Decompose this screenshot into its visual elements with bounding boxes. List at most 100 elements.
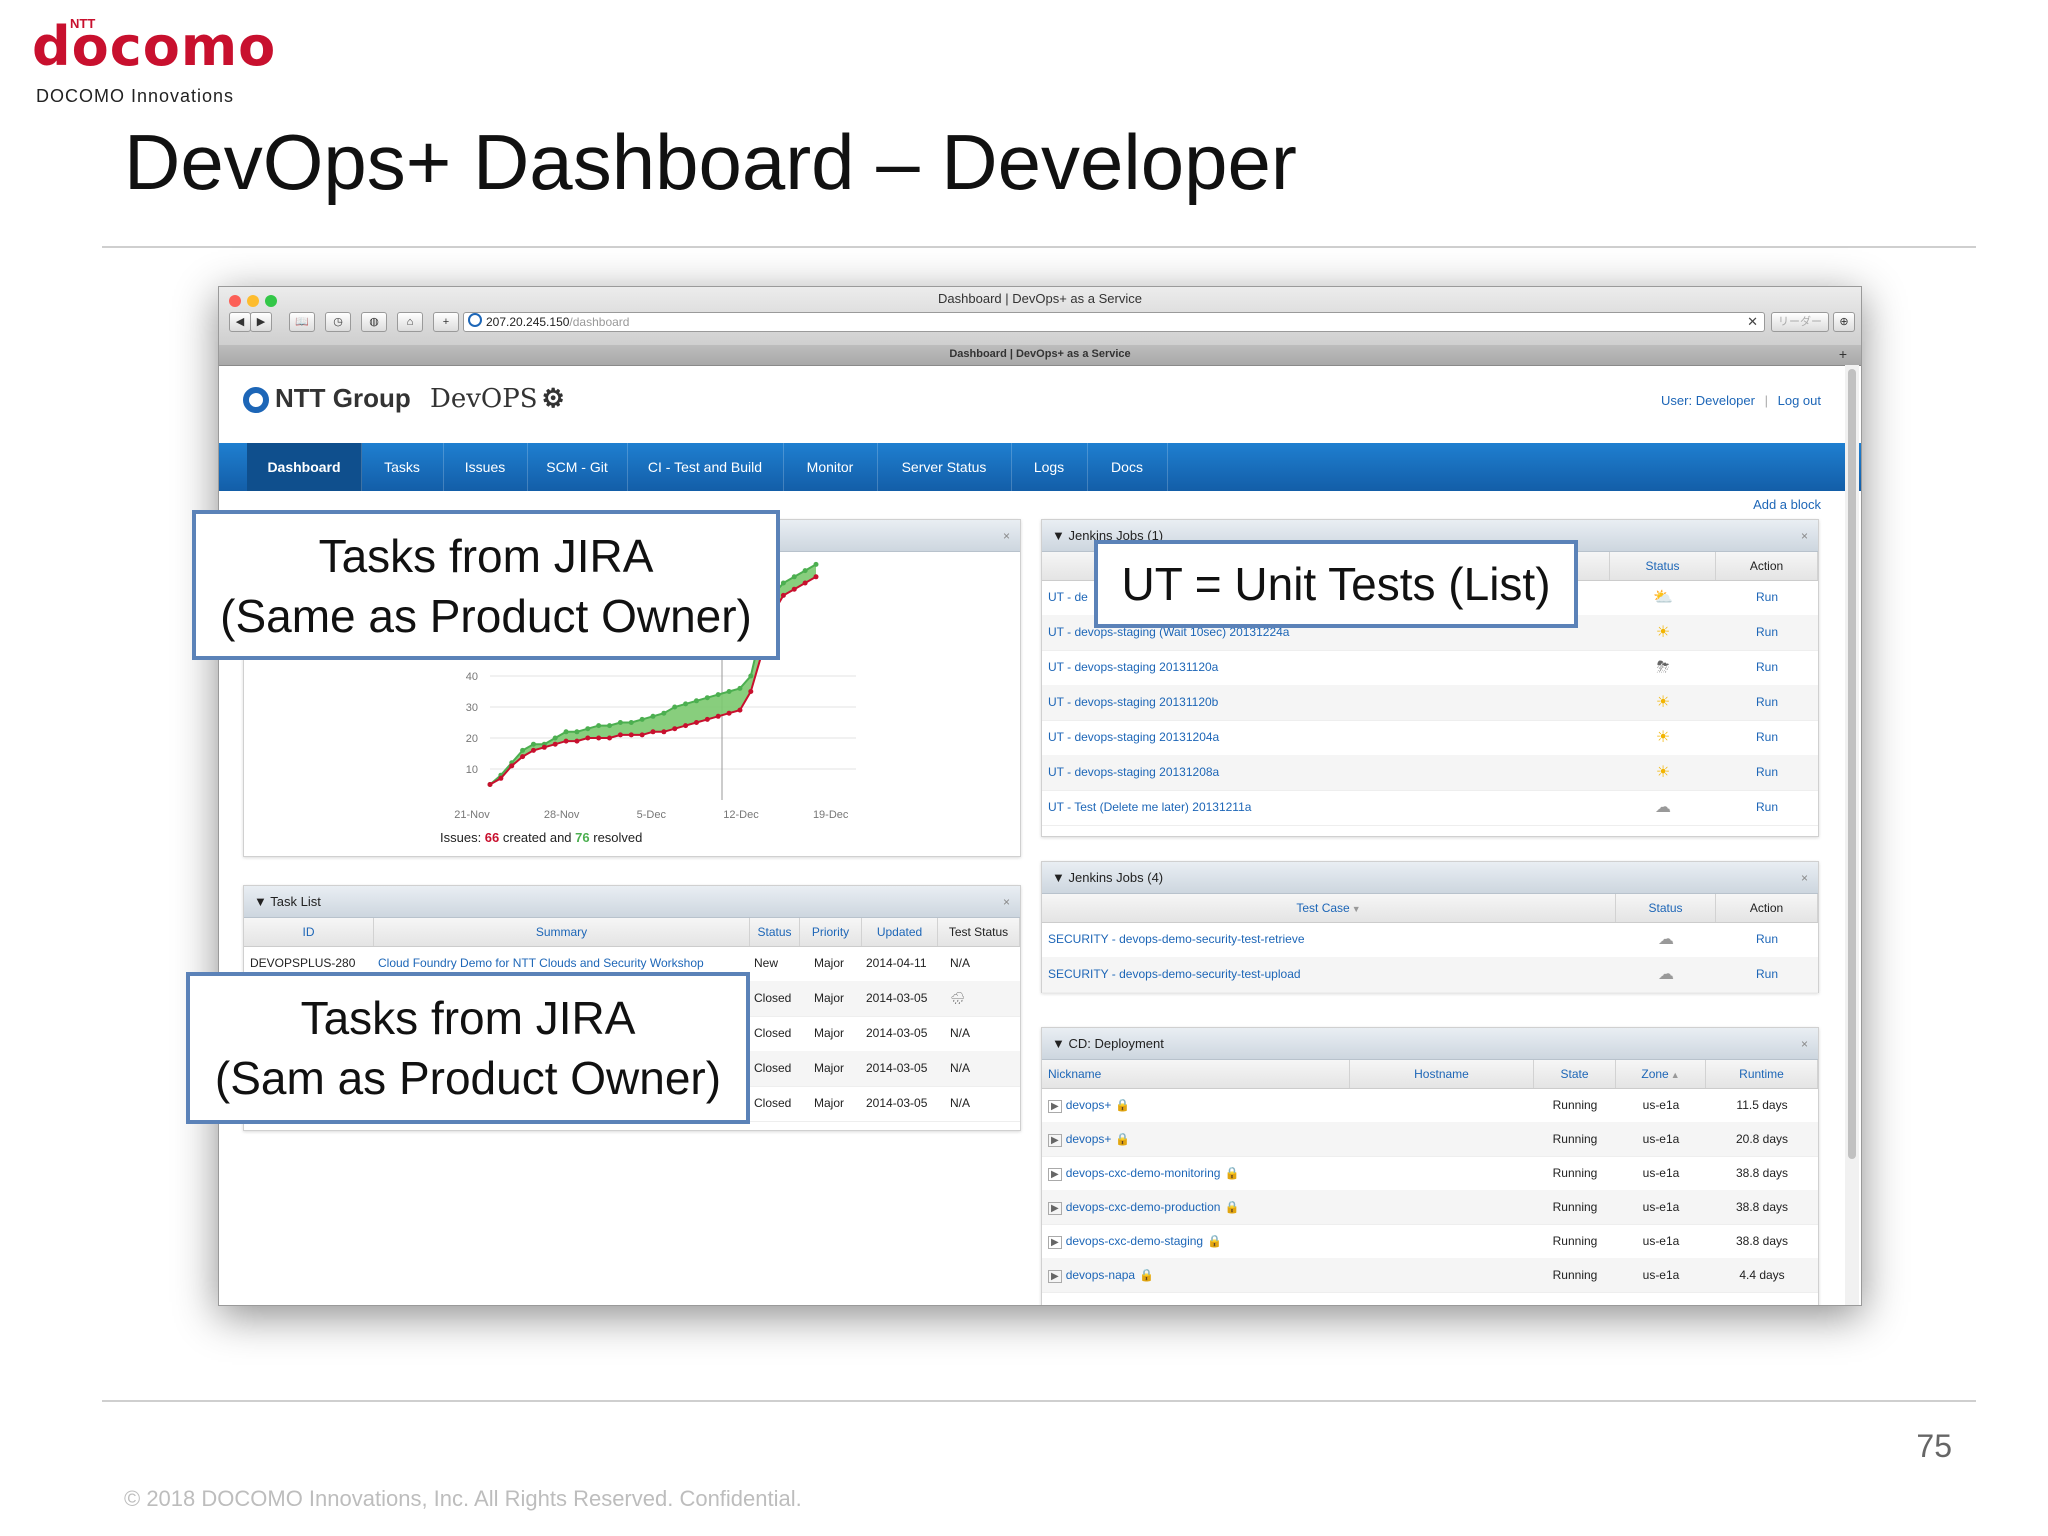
- col-status[interactable]: Status: [1616, 894, 1716, 922]
- job-name[interactable]: UT - devops-staging 20131120a: [1048, 650, 1608, 685]
- downloads-icon[interactable]: ⊕: [1833, 312, 1855, 332]
- task-updated: 2014-03-05: [866, 991, 928, 1005]
- run-button[interactable]: Run: [1716, 922, 1818, 957]
- y-tick-label: 30: [466, 702, 478, 714]
- col-nickname[interactable]: Nickname: [1042, 1060, 1350, 1088]
- run-button[interactable]: Run: [1716, 957, 1818, 992]
- table-row[interactable]: SECURITY - devops-demo-security-test-upl…: [1042, 957, 1818, 993]
- table-row[interactable]: UT - devops-staging 20131204a ☀ Run: [1042, 720, 1818, 756]
- user-link[interactable]: User: Developer: [1661, 393, 1755, 408]
- docomo-logo: docomo: [32, 15, 277, 78]
- expand-icon[interactable]: ▶: [1048, 1168, 1062, 1181]
- table-row[interactable]: UT - devops-staging 20131120a ⛈ Run: [1042, 650, 1818, 686]
- table-row[interactable]: UT - devops-staging 20131120b ☀ Run: [1042, 685, 1818, 721]
- table-row[interactable]: ▶ devops-cxc-demo-production 🔒 Running us-…: [1042, 1190, 1818, 1225]
- nav-scm-git[interactable]: SCM - Git: [527, 443, 628, 491]
- expand-icon[interactable]: ▶: [1048, 1270, 1062, 1283]
- col-id[interactable]: ID: [244, 918, 374, 946]
- expand-icon[interactable]: ▶: [1048, 1202, 1062, 1215]
- privacy-icon[interactable]: ◍: [361, 312, 387, 332]
- run-button[interactable]: Run: [1716, 615, 1818, 650]
- deployment-nickname[interactable]: ▶ devops-cxc-demo-staging 🔒: [1048, 1224, 1348, 1259]
- deployment-nickname[interactable]: ▶ devops+ 🔒: [1048, 1122, 1348, 1157]
- deployment-state: Running: [1552, 1234, 1598, 1248]
- deployment-nickname[interactable]: ▶ devops-napa 🔒: [1048, 1258, 1348, 1293]
- history-icon[interactable]: ◷: [325, 312, 351, 332]
- nav-dashboard[interactable]: Dashboard: [247, 443, 362, 491]
- expand-icon[interactable]: ▶: [1048, 1236, 1062, 1249]
- job-name[interactable]: SECURITY - devops-demo-security-test-upl…: [1048, 957, 1614, 992]
- scrollbar[interactable]: [1845, 365, 1859, 1305]
- add-block-link[interactable]: Add a block: [1753, 497, 1821, 512]
- deployment-nickname[interactable]: ▶ devops-cxc-demo-production 🔒: [1048, 1190, 1348, 1225]
- col-summary[interactable]: Summary: [374, 918, 750, 946]
- logout-link[interactable]: Log out: [1778, 393, 1821, 408]
- expand-icon[interactable]: ▶: [1048, 1100, 1062, 1113]
- forward-button[interactable]: ▶: [250, 312, 272, 332]
- task-list-title[interactable]: ▼ Task List: [254, 894, 321, 909]
- col-runtime[interactable]: Runtime: [1706, 1060, 1818, 1088]
- col-updated[interactable]: Updated: [862, 918, 938, 946]
- active-tab[interactable]: Dashboard | DevOps+ as a Service: [219, 348, 1861, 360]
- close-icon[interactable]: ×: [1003, 520, 1010, 552]
- table-row[interactable]: UT - devops-staging 20131208a ☀ Run: [1042, 755, 1818, 791]
- close-icon[interactable]: ×: [1003, 886, 1010, 918]
- nav-ci-test-build[interactable]: CI - Test and Build: [627, 443, 784, 491]
- close-icon[interactable]: ×: [1801, 520, 1808, 552]
- job-name[interactable]: UT - devops-staging 20131208a: [1048, 755, 1608, 790]
- expand-icon[interactable]: ▶: [1048, 1134, 1062, 1147]
- job-name[interactable]: SECURITY - devops-demo-security-test-ret…: [1048, 922, 1614, 957]
- y-tick-label: 20: [466, 733, 478, 745]
- nav-issues[interactable]: Issues: [443, 443, 528, 491]
- close-icon[interactable]: ×: [1801, 1028, 1808, 1060]
- table-row[interactable]: ▶ devops-cxc-demo-staging 🔒 Running us-e1a…: [1042, 1224, 1818, 1259]
- col-status[interactable]: Status: [750, 918, 800, 946]
- col-state[interactable]: State: [1534, 1060, 1616, 1088]
- deployment-nickname[interactable]: ▶ devops-cxc-demo-monitoring 🔒: [1048, 1156, 1348, 1191]
- job-name[interactable]: UT - devops-staging 20131204a: [1048, 720, 1608, 755]
- table-row[interactable]: ▶ devops+ 🔒 Running us-e1a 11.5 days: [1042, 1088, 1818, 1123]
- job-name[interactable]: UT - Test (Delete me later) 20131211a: [1048, 790, 1608, 825]
- run-button[interactable]: Run: [1716, 685, 1818, 720]
- table-row[interactable]: ▶ devops-napa 🔒 Running us-e1a 4.4 days: [1042, 1258, 1818, 1293]
- deployment-title[interactable]: ▼ CD: Deployment: [1052, 1036, 1164, 1051]
- close-icon[interactable]: ×: [1801, 862, 1808, 894]
- callout-line: Tasks from JIRA: [300, 992, 636, 1044]
- col-test-case[interactable]: Test Case ▼: [1042, 894, 1616, 922]
- new-tab-button[interactable]: +: [1839, 346, 1847, 362]
- add-bookmark-button[interactable]: +: [433, 312, 459, 332]
- col-hostname[interactable]: Hostname: [1350, 1060, 1534, 1088]
- address-bar[interactable]: 207.20.245.150/dashboard ✕: [463, 312, 1765, 332]
- home-icon[interactable]: ⌂: [397, 312, 423, 332]
- nav-monitor[interactable]: Monitor: [783, 443, 878, 491]
- back-button[interactable]: ◀: [229, 312, 251, 332]
- task-test-status: N/A: [950, 1061, 971, 1075]
- jenkins4-title[interactable]: ▼ Jenkins Jobs (4): [1052, 870, 1163, 885]
- deployment-nickname[interactable]: ▶ devops+ 🔒: [1048, 1088, 1348, 1123]
- run-button[interactable]: Run: [1716, 580, 1818, 615]
- table-row[interactable]: SECURITY - devops-demo-security-test-ret…: [1042, 922, 1818, 958]
- run-button[interactable]: Run: [1716, 755, 1818, 790]
- nav-docs[interactable]: Docs: [1087, 443, 1168, 491]
- bookmarks-icon[interactable]: 📖: [289, 312, 315, 332]
- clear-url-icon[interactable]: ✕: [1747, 313, 1758, 331]
- nav-tasks[interactable]: Tasks: [361, 443, 444, 491]
- run-button[interactable]: Run: [1716, 790, 1818, 825]
- nav-logs[interactable]: Logs: [1011, 443, 1088, 491]
- col-zone[interactable]: Zone ▲: [1616, 1060, 1706, 1088]
- col-priority[interactable]: Priority: [800, 918, 862, 946]
- table-row[interactable]: UT - Test (Delete me later) 20131211a ☁ …: [1042, 790, 1818, 826]
- reader-button[interactable]: リーダー: [1771, 312, 1829, 332]
- col-status[interactable]: Status: [1610, 552, 1716, 580]
- run-button[interactable]: Run: [1716, 720, 1818, 755]
- app-logo[interactable]: NTT Group DevOPS ⚙: [243, 383, 565, 414]
- job-name[interactable]: UT - devops-staging 20131120b: [1048, 685, 1608, 720]
- footer-divider: [102, 1400, 1976, 1402]
- table-row[interactable]: ▶ devops-cxc-demo-monitoring 🔒 Running us-…: [1042, 1156, 1818, 1191]
- col-test-status[interactable]: Test Status: [938, 918, 1020, 946]
- scrollbar-thumb[interactable]: [1848, 369, 1856, 1159]
- nav-server-status[interactable]: Server Status: [877, 443, 1012, 491]
- deployment-state: Running: [1552, 1098, 1598, 1112]
- table-row[interactable]: ▶ devops+ 🔒 Running us-e1a 20.8 days: [1042, 1122, 1818, 1157]
- run-button[interactable]: Run: [1716, 650, 1818, 685]
